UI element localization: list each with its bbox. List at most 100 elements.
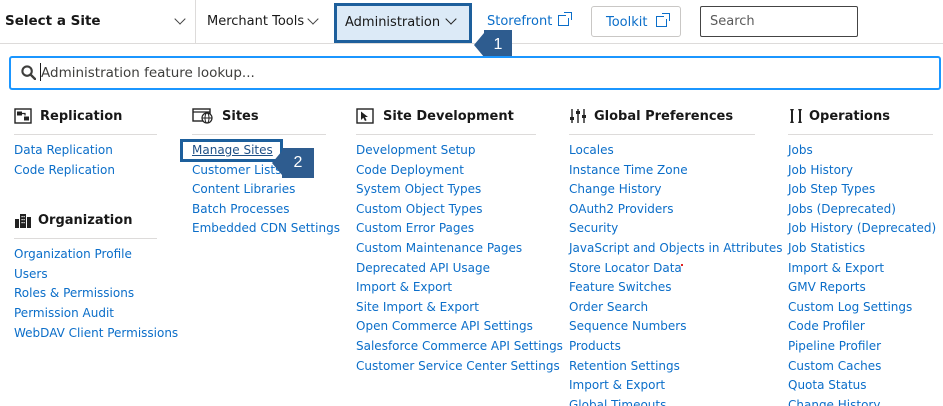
list-item[interactable]: Retention Settings <box>569 357 755 377</box>
menu-link[interactable]: Permission Audit <box>14 306 114 320</box>
list-item[interactable]: Code Replication <box>14 161 157 181</box>
menu-link[interactable]: Custom Object Types <box>356 202 483 216</box>
toolkit-button[interactable]: Toolkit <box>591 6 681 37</box>
list-item[interactable]: Code Deployment <box>356 161 536 181</box>
menu-link[interactable]: Import & Export <box>356 280 452 294</box>
list-item[interactable]: Embedded CDN Settings <box>192 219 340 239</box>
menu-link[interactable]: Content Libraries <box>192 182 295 196</box>
storefront-link[interactable]: Storefront <box>487 11 574 29</box>
menu-link[interactable]: Custom Caches <box>788 359 881 373</box>
menu-link[interactable]: Deprecated API Usage <box>356 261 490 275</box>
menu-link[interactable]: Site Import & Export <box>356 300 479 314</box>
list-item[interactable]: Pipeline Profiler <box>788 337 933 357</box>
list-item[interactable]: Custom Object Types <box>356 200 536 220</box>
list-item[interactable]: Import & Export <box>569 376 755 396</box>
menu-link[interactable]: Products <box>569 339 621 353</box>
menu-link[interactable]: Users <box>14 267 48 281</box>
list-item[interactable]: Deprecated API Usage <box>356 259 536 279</box>
list-item[interactable]: Jobs (Deprecated) <box>788 200 933 220</box>
list-item[interactable]: Permission Audit <box>14 304 157 324</box>
menu-link[interactable]: Code Replication <box>14 163 115 177</box>
menu-link[interactable]: Import & Export <box>788 261 884 275</box>
feature-lookup-box[interactable] <box>9 56 941 90</box>
list-item[interactable]: Import & Export <box>356 278 536 298</box>
list-item[interactable]: Locales <box>569 141 755 161</box>
list-item[interactable]: Change History <box>569 180 755 200</box>
menu-link[interactable]: Quota Status <box>788 378 867 392</box>
list-item[interactable]: Jobs <box>788 141 933 161</box>
menu-link[interactable]: Data Replication <box>14 143 113 157</box>
list-item[interactable]: Site Import & Export <box>356 298 536 318</box>
list-item[interactable]: Development Setup <box>356 141 536 161</box>
menu-link[interactable]: Locales <box>569 143 614 157</box>
list-item[interactable]: Code Profiler <box>788 317 933 337</box>
merchant-tools-menu[interactable]: Merchant Tools <box>197 0 333 43</box>
menu-link[interactable]: Open Commerce API Settings <box>356 319 533 333</box>
menu-link[interactable]: Change History <box>788 398 880 406</box>
list-item[interactable]: OAuth2 Providers <box>569 200 755 220</box>
list-item[interactable]: Batch Processes <box>192 200 326 220</box>
list-item[interactable]: Salesforce Commerce API Settings <box>356 337 563 357</box>
menu-link[interactable]: GMV Reports <box>788 280 866 294</box>
list-item[interactable]: Job History (Deprecated) <box>788 219 936 239</box>
menu-link[interactable]: Job Statistics <box>788 241 865 255</box>
menu-link[interactable]: JavaScript and Objects in Attributes <box>569 241 783 255</box>
menu-link[interactable]: Retention Settings <box>569 359 680 373</box>
list-item[interactable]: WebDAV Client Permissions <box>14 324 178 344</box>
menu-link[interactable]: Batch Processes <box>192 202 289 216</box>
menu-link[interactable]: Sequence Numbers <box>569 319 686 333</box>
menu-link[interactable]: Feature Switches <box>569 280 671 294</box>
list-item[interactable]: Custom Maintenance Pages <box>356 239 536 259</box>
list-item[interactable]: Quota Status <box>788 376 933 396</box>
menu-link[interactable]: Code Deployment <box>356 163 464 177</box>
list-item[interactable]: Store Locator Data <box>569 259 755 279</box>
menu-link[interactable]: Custom Error Pages <box>356 221 474 235</box>
menu-link[interactable]: Roles & Permissions <box>14 286 134 300</box>
feature-lookup-input[interactable] <box>41 62 921 84</box>
list-item[interactable]: Global Timeouts <box>569 396 755 406</box>
menu-link[interactable]: Customer Service Center Settings <box>356 359 560 373</box>
list-item[interactable]: Content Libraries <box>192 180 326 200</box>
list-item[interactable]: Sequence Numbers <box>569 317 755 337</box>
list-item[interactable]: Roles & Permissions <box>14 284 157 304</box>
list-item[interactable]: Order Search <box>569 298 755 318</box>
menu-link[interactable]: Instance Time Zone <box>569 163 688 177</box>
menu-link[interactable]: OAuth2 Providers <box>569 202 673 216</box>
menu-link[interactable]: Change History <box>569 182 661 196</box>
menu-link[interactable]: Store Locator Data <box>569 261 682 275</box>
list-item[interactable]: Products <box>569 337 755 357</box>
menu-link[interactable]: Custom Log Settings <box>788 300 912 314</box>
menu-link[interactable]: Embedded CDN Settings <box>192 221 340 235</box>
menu-link[interactable]: Job History (Deprecated) <box>788 221 936 235</box>
menu-link[interactable]: WebDAV Client Permissions <box>14 326 178 340</box>
list-item[interactable]: Custom Caches <box>788 357 933 377</box>
list-item[interactable]: JavaScript and Objects in Attributes <box>569 239 783 259</box>
list-item[interactable]: Customer Service Center Settings <box>356 357 560 377</box>
list-item[interactable]: Import & Export <box>788 259 933 279</box>
list-item[interactable]: Job Step Types <box>788 180 933 200</box>
menu-link[interactable]: Pipeline Profiler <box>788 339 881 353</box>
menu-link[interactable]: Customer Lists <box>192 163 281 177</box>
list-item[interactable]: Security <box>569 219 755 239</box>
list-item[interactable]: Job History <box>788 161 933 181</box>
menu-link[interactable]: Salesforce Commerce API Settings <box>356 339 563 353</box>
menu-link[interactable]: Security <box>569 221 618 235</box>
menu-link[interactable]: Order Search <box>569 300 648 314</box>
list-item[interactable]: Data Replication <box>14 141 157 161</box>
menu-link[interactable]: Organization Profile <box>14 247 132 261</box>
list-item[interactable]: Organization Profile <box>14 245 157 265</box>
menu-link[interactable]: Job History <box>788 163 853 177</box>
menu-link[interactable]: Development Setup <box>356 143 476 157</box>
menu-link[interactable]: Job Step Types <box>788 182 875 196</box>
list-item[interactable]: Feature Switches <box>569 278 755 298</box>
list-item[interactable]: Custom Error Pages <box>356 219 536 239</box>
administration-menu[interactable]: Administration <box>334 3 472 43</box>
search-input[interactable] <box>700 6 858 37</box>
list-item[interactable]: Users <box>14 265 157 285</box>
menu-link[interactable]: System Object Types <box>356 182 481 196</box>
list-item[interactable]: Change History <box>788 396 933 406</box>
list-item[interactable]: System Object Types <box>356 180 536 200</box>
list-item[interactable]: Custom Log Settings <box>788 298 933 318</box>
list-item[interactable]: Instance Time Zone <box>569 161 755 181</box>
site-select-dropdown[interactable]: Select a Site <box>0 0 196 43</box>
